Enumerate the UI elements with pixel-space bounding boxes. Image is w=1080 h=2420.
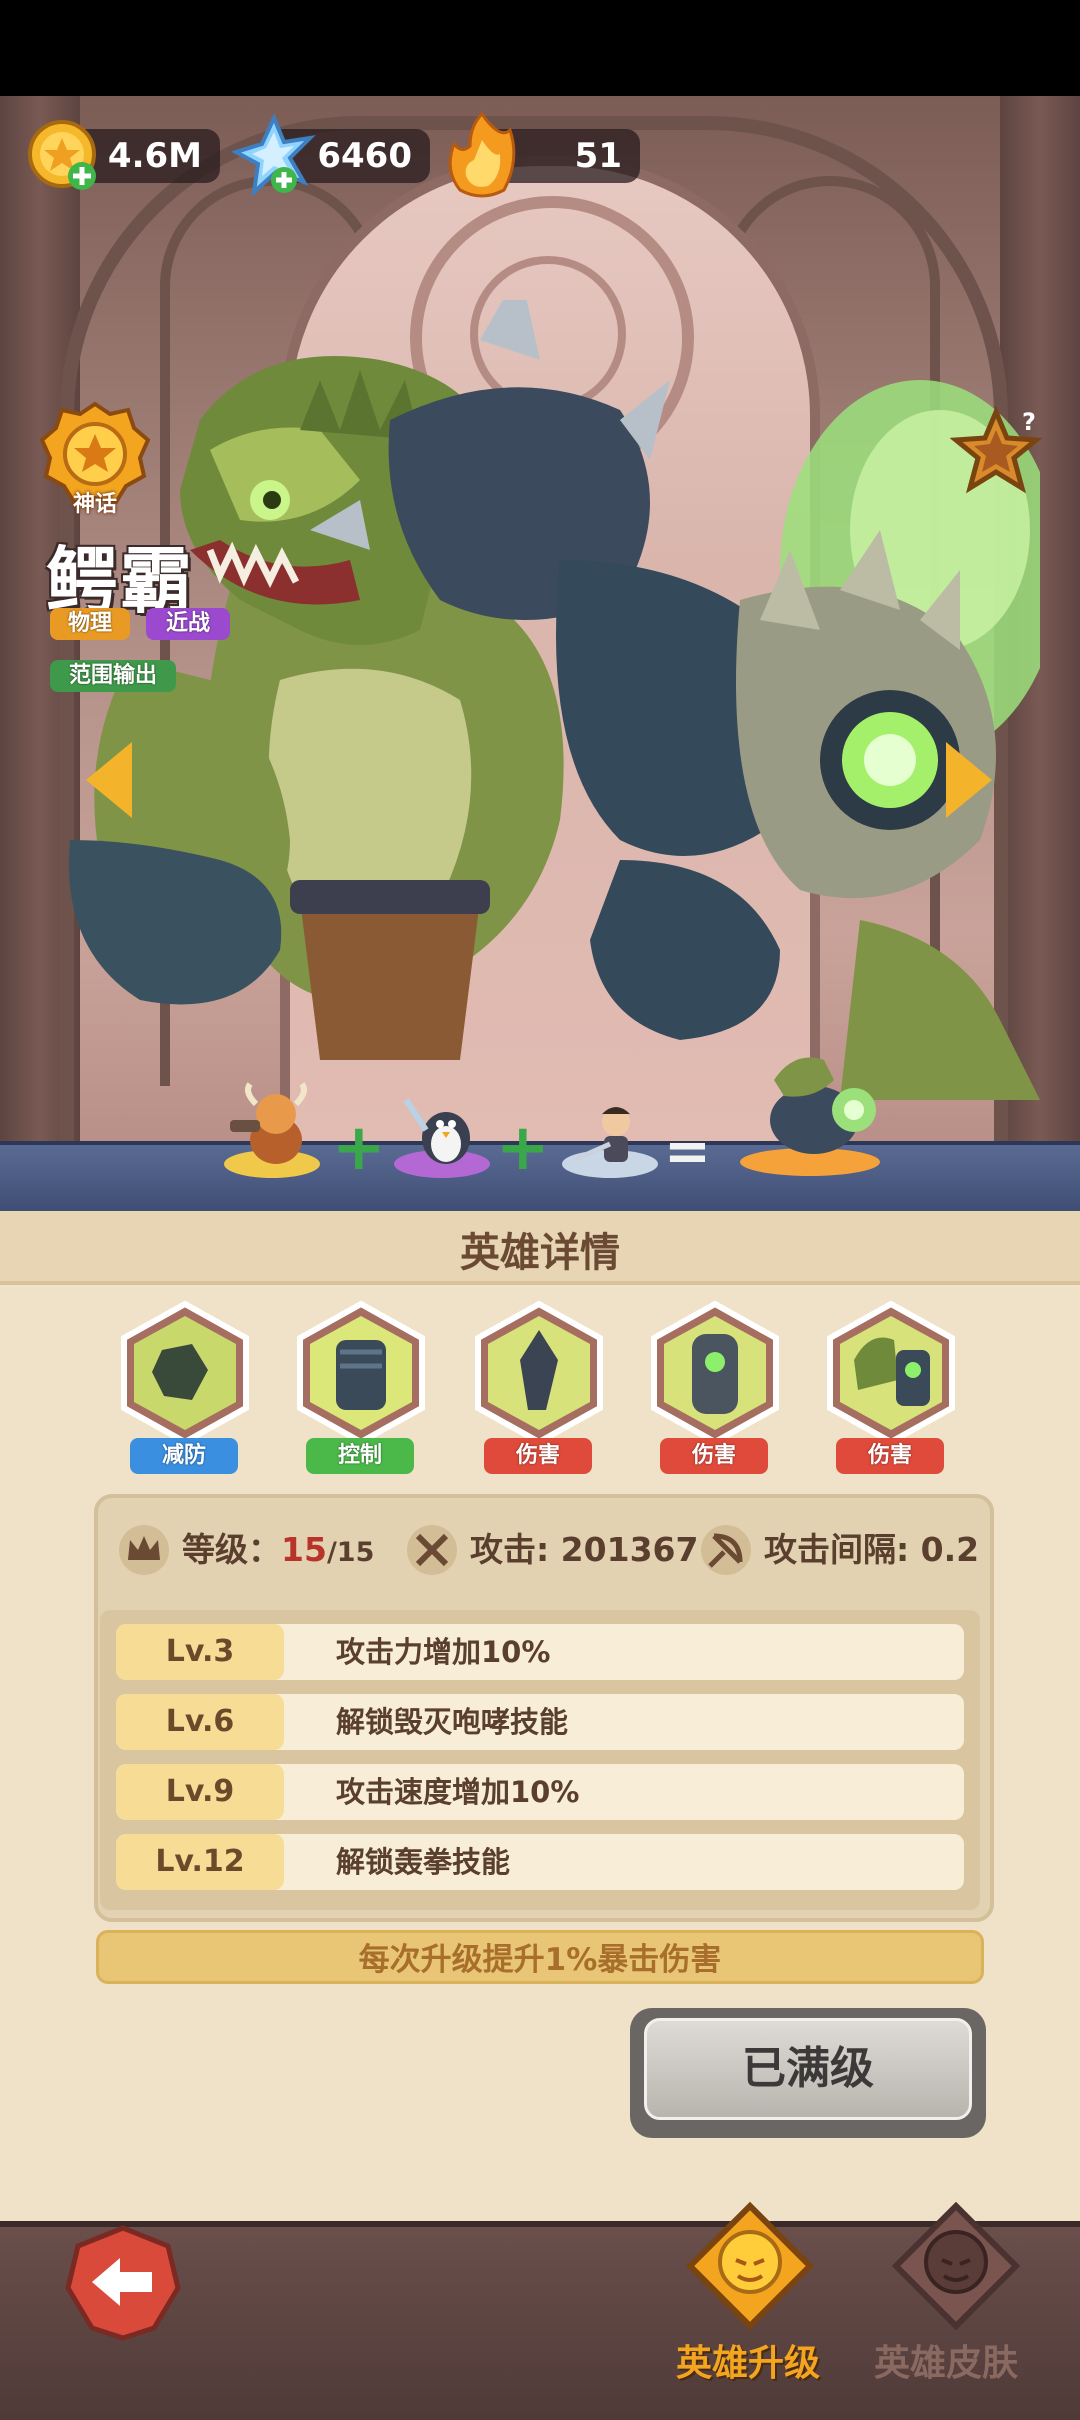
- golem-icon[interactable]: [642, 1300, 788, 1446]
- minotaur-hero-icon[interactable]: [226, 1080, 326, 1170]
- skill-label-5: 伤害: [836, 1438, 944, 1474]
- attack-interval-stat: 攻击间隔: 0.2: [764, 1530, 980, 1569]
- level-desc: 攻击力增加10%: [336, 1635, 551, 1669]
- maxed-level-button[interactable]: 已满级: [644, 2018, 972, 2120]
- plus-icon: +: [332, 1111, 386, 1185]
- gold-coin-icon[interactable]: [26, 118, 102, 194]
- level-label: 等级：: [182, 1530, 281, 1569]
- level-unlock-row: Lv.9 攻击速度增加10%: [116, 1764, 964, 1820]
- level-unlock-row: Lv.6 解锁毁灭咆哮技能: [116, 1694, 964, 1750]
- range-tag: 近战: [146, 608, 230, 640]
- level-desc: 解锁毁灭咆哮技能: [336, 1705, 569, 1739]
- back-arrow-icon[interactable]: [64, 2224, 182, 2342]
- skill-label-2: 控制: [306, 1438, 414, 1474]
- crown-icon: [119, 1525, 169, 1575]
- upgrade-bonus-bar: 每次升级提升1%暴击伤害: [96, 1930, 984, 1984]
- level-unlock-row: Lv.12 解锁轰拳技能: [116, 1834, 964, 1890]
- crystal-shard-icon[interactable]: [466, 1300, 612, 1446]
- tab-hero-skin[interactable]: 英雄皮肤: [874, 2334, 1018, 2386]
- crossed-swords-icon: [407, 1525, 457, 1575]
- previous-hero-arrow-icon[interactable]: [86, 742, 132, 818]
- gem-icon[interactable]: [232, 114, 316, 198]
- level-desc: 攻击速度增加10%: [336, 1775, 580, 1809]
- level-stat: 等级：15/15: [182, 1525, 374, 1575]
- star-help-icon[interactable]: ?: [950, 404, 1046, 500]
- tab-hero-upgrade[interactable]: 英雄升级: [676, 2334, 820, 2386]
- gold-amount: 4.6M: [107, 136, 202, 176]
- skill-label-4: 伤害: [660, 1438, 768, 1474]
- hero-upgrade-tab-icon[interactable]: [680, 2200, 820, 2340]
- svg-text:?: ?: [1022, 408, 1036, 436]
- damage-type-tag: 物理: [50, 608, 130, 640]
- level-max: /15: [326, 1537, 375, 1568]
- bow-icon: [701, 1525, 751, 1575]
- attack-stat: 攻击: 201367: [470, 1530, 699, 1569]
- fist-icon[interactable]: [288, 1300, 434, 1446]
- penguin-hero-icon[interactable]: [396, 1090, 496, 1170]
- panel-title: 英雄详情: [460, 1230, 620, 1276]
- swordsman-hero-icon[interactable]: [570, 1100, 660, 1170]
- skill-label-3: 伤害: [484, 1438, 592, 1474]
- fire-shard-icon[interactable]: [440, 110, 524, 202]
- hero-skin-tab-icon[interactable]: [886, 2200, 1026, 2340]
- role-tag: 范围输出: [50, 660, 176, 692]
- level-current: 15: [281, 1530, 327, 1569]
- level-tag: Lv.12: [116, 1834, 284, 1890]
- next-hero-arrow-icon[interactable]: [946, 742, 992, 818]
- hero-portrait: [68, 300, 1040, 1100]
- shard-amount: 51: [574, 136, 622, 176]
- level-desc: 解锁轰拳技能: [336, 1845, 511, 1879]
- equals-icon: =: [664, 1119, 711, 1184]
- croc-fist-icon[interactable]: [818, 1300, 964, 1446]
- plus-icon: +: [496, 1111, 550, 1185]
- level-tag: Lv.3: [116, 1624, 284, 1680]
- gem-amount: 6460: [317, 136, 412, 176]
- level-tag: Lv.9: [116, 1764, 284, 1820]
- croc-hero-result-icon[interactable]: [744, 1040, 884, 1160]
- level-tag: Lv.6: [116, 1694, 284, 1750]
- status-bar: [0, 0, 1080, 96]
- skill-label-1: 减防: [130, 1438, 238, 1474]
- level-unlock-row: Lv.3 攻击力增加10%: [116, 1624, 964, 1680]
- rarity-label: 神话: [72, 492, 117, 517]
- crushed-stone-icon[interactable]: [112, 1300, 258, 1446]
